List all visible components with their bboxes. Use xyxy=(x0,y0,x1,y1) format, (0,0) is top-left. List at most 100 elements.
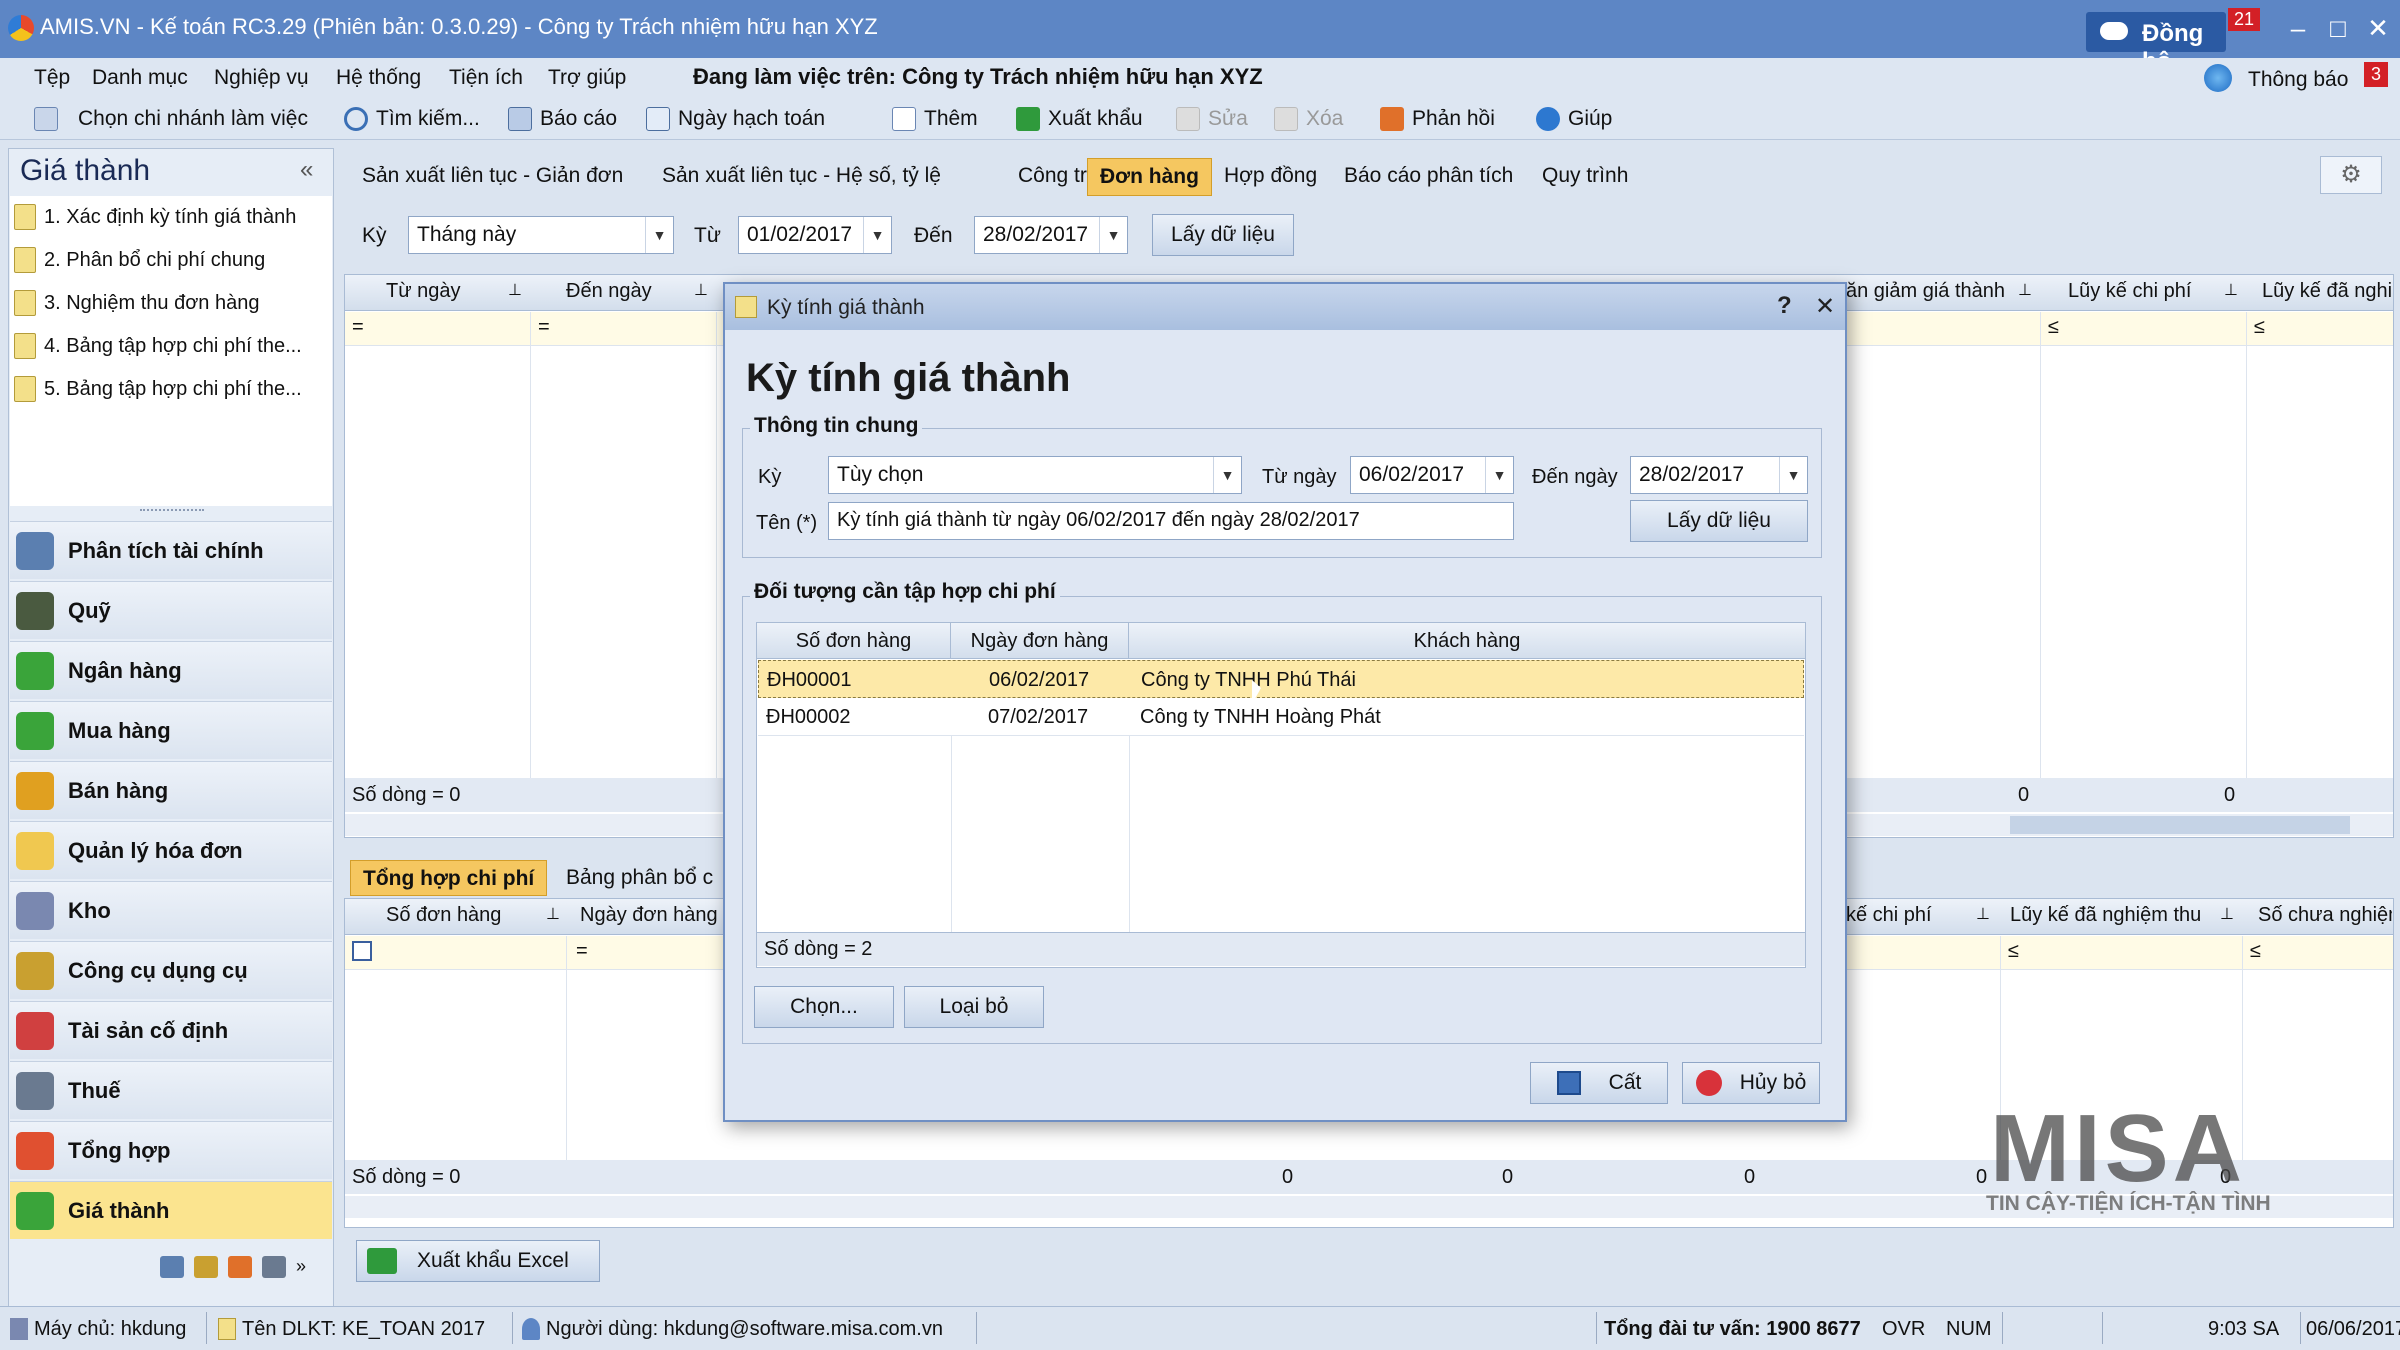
filter-op[interactable]: ≤ xyxy=(2048,316,2059,339)
pin-icon[interactable]: ⊥ xyxy=(1976,904,1990,924)
search-button[interactable]: Tìm kiếm... xyxy=(344,104,480,134)
collapse-panel-button[interactable]: « xyxy=(300,156,313,184)
feedback-button[interactable]: Phản hồi xyxy=(1380,104,1495,134)
col-customer[interactable]: Khách hàng xyxy=(1129,623,1805,658)
dialog-to-date-input[interactable]: 28/02/2017 ▼ xyxy=(1630,456,1808,494)
cancel-button[interactable]: Hủy bỏ xyxy=(1682,1062,1820,1104)
col-order-date[interactable]: Ngày đơn hàng xyxy=(951,623,1129,658)
pin-icon[interactable]: ⊥ xyxy=(546,904,560,924)
to-date-input[interactable]: 28/02/2017 ▼ xyxy=(974,216,1128,254)
task-item-3[interactable]: 3. Nghiệm thu đơn hàng xyxy=(14,283,332,323)
help-button[interactable]: Giúp xyxy=(1536,104,1612,134)
splitter-handle[interactable] xyxy=(140,509,204,513)
table-row[interactable]: ĐH00002 07/02/2017 Công ty TNHH Hoàng Ph… xyxy=(758,698,1804,736)
filter-op[interactable]: ≤ xyxy=(2008,940,2019,963)
col-cost-reduction[interactable]: ăn giảm giá thành xyxy=(1846,280,2005,303)
gear-icon[interactable]: ⚙ xyxy=(2320,156,2382,194)
filter-op[interactable]: = xyxy=(352,316,364,339)
scrollbar-thumb[interactable] xyxy=(2010,816,2350,834)
sync-button[interactable]: Đồng bộ xyxy=(2086,12,2226,75)
chevron-down-icon[interactable]: » xyxy=(296,1256,306,1282)
filter-op[interactable]: ≤ xyxy=(2250,940,2261,963)
module-tools[interactable]: Công cụ dụng cụ xyxy=(10,941,332,999)
maximize-button[interactable]: □ xyxy=(2318,8,2358,48)
task-item-1[interactable]: 1. Xác định kỳ tính giá thành xyxy=(14,197,332,237)
edit-button[interactable]: Sửa xyxy=(1176,104,1248,134)
task-item-5[interactable]: 5. Bảng tập hợp chi phí the... xyxy=(14,369,332,409)
module-warehouse[interactable]: Kho xyxy=(10,881,332,939)
tab-allocation[interactable]: Bảng phân bổ c xyxy=(566,866,726,890)
menu-system[interactable]: Hệ thống xyxy=(336,66,421,90)
delete-button[interactable]: Xóa xyxy=(1274,104,1343,134)
tools-icon[interactable] xyxy=(194,1256,218,1278)
settings-icon[interactable] xyxy=(262,1256,286,1278)
col-order-number[interactable]: Số đơn hàng xyxy=(386,904,501,927)
col-order-date[interactable]: Ngày đơn hàng xyxy=(580,904,718,927)
col-cumulative-accepted[interactable]: Lũy kế đã nghi xyxy=(2262,280,2392,303)
from-date-input[interactable]: 01/02/2017 ▼ xyxy=(738,216,892,254)
pin-icon[interactable]: ⊥ xyxy=(2018,280,2032,300)
tab-cost-summary[interactable]: Tổng hợp chi phí xyxy=(350,860,548,896)
dialog-fetch-data-button[interactable]: Lấy dữ liệu xyxy=(1630,500,1808,542)
report-button[interactable]: Báo cáo xyxy=(508,104,617,134)
pin-icon[interactable]: ⊥ xyxy=(508,280,522,300)
export-excel-button[interactable]: Xuất khẩu Excel xyxy=(356,1240,600,1282)
module-financial-analysis[interactable]: Phân tích tài chính xyxy=(10,521,332,579)
col-from-date[interactable]: Từ ngày xyxy=(386,280,461,303)
tab-contracts[interactable]: Hợp đồng xyxy=(1212,158,1329,196)
col-cumulative-cost[interactable]: kế chi phí xyxy=(1846,904,1932,927)
remove-button[interactable]: Loại bỏ xyxy=(904,986,1044,1028)
close-button[interactable]: ✕ xyxy=(2358,8,2398,48)
list-icon[interactable] xyxy=(160,1256,184,1278)
filter-op[interactable]: ≤ xyxy=(2254,316,2265,339)
people-icon[interactable] xyxy=(228,1256,252,1278)
tab-continuous-coefficient[interactable]: Sản xuất liên tục - Hệ số, tỷ lệ xyxy=(650,158,953,196)
pin-icon[interactable]: ⊥ xyxy=(694,280,708,300)
table-row[interactable]: ĐH00001 06/02/2017 Công ty TNHH Phú Thái xyxy=(758,660,1804,698)
menu-operations[interactable]: Nghiệp vụ xyxy=(214,66,309,90)
task-item-2[interactable]: 2. Phân bổ chi phí chung xyxy=(14,240,332,280)
module-cash[interactable]: Quỹ xyxy=(10,581,332,639)
dialog-period-select[interactable]: Tùy chọn ▼ xyxy=(828,456,1242,494)
col-cumulative-accepted[interactable]: Lũy kế đã nghiệm thu xyxy=(2010,904,2201,927)
menu-help[interactable]: Trợ giúp xyxy=(548,66,626,90)
col-to-date[interactable]: Đến ngày xyxy=(566,280,652,303)
col-order-number[interactable]: Số đơn hàng xyxy=(757,623,951,658)
dialog-from-date-input[interactable]: 06/02/2017 ▼ xyxy=(1350,456,1514,494)
dialog-close-button[interactable]: ✕ xyxy=(1815,292,1835,321)
dialog-name-input[interactable]: Kỳ tính giá thành từ ngày 06/02/2017 đến… xyxy=(828,502,1514,540)
dialog-help-button[interactable]: ? xyxy=(1777,292,1792,320)
module-tax[interactable]: Thuế xyxy=(10,1061,332,1119)
module-invoice[interactable]: Quản lý hóa đơn xyxy=(10,821,332,879)
add-button[interactable]: Thêm xyxy=(892,104,978,134)
posting-date-button[interactable]: Ngày hạch toán xyxy=(646,104,825,134)
task-item-4[interactable]: 4. Bảng tập hợp chi phí the... xyxy=(14,326,332,366)
tab-orders[interactable]: Đơn hàng xyxy=(1087,158,1212,196)
period-select[interactable]: Tháng này ▼ xyxy=(408,216,674,254)
filter-op[interactable]: = xyxy=(576,940,588,963)
notification-label[interactable]: Thông báo xyxy=(2248,68,2348,92)
tab-process[interactable]: Quy trình xyxy=(1530,158,1640,196)
col-not-accepted[interactable]: Số chưa nghiệm xyxy=(2258,904,2392,927)
pin-icon[interactable]: ⊥ xyxy=(2224,280,2238,300)
choose-branch-button[interactable]: Chọn chi nhánh làm việc xyxy=(34,104,308,134)
module-costing[interactable]: Giá thành xyxy=(10,1181,332,1239)
tab-continuous-simple[interactable]: Sản xuất liên tục - Giản đơn xyxy=(350,158,635,196)
export-button[interactable]: Xuất khẩu xyxy=(1016,104,1143,134)
module-general[interactable]: Tổng hợp xyxy=(10,1121,332,1179)
filter-op[interactable]: = xyxy=(538,316,550,339)
menu-utilities[interactable]: Tiện ích xyxy=(449,66,523,90)
menu-file[interactable]: Tệp xyxy=(34,66,70,90)
globe-icon[interactable] xyxy=(2204,64,2232,92)
menu-catalog[interactable]: Danh mục xyxy=(92,66,188,90)
fetch-data-button[interactable]: Lấy dữ liệu xyxy=(1152,214,1294,256)
module-bank[interactable]: Ngân hàng xyxy=(10,641,332,699)
module-fixed-assets[interactable]: Tài sản cố định xyxy=(10,1001,332,1059)
save-button[interactable]: Cất xyxy=(1530,1062,1668,1104)
module-purchase[interactable]: Mua hàng xyxy=(10,701,332,759)
choose-button[interactable]: Chọn... xyxy=(754,986,894,1028)
module-sales[interactable]: Bán hàng xyxy=(10,761,332,819)
col-cumulative-cost[interactable]: Lũy kế chi phí xyxy=(2068,280,2191,303)
minimize-button[interactable]: – xyxy=(2278,8,2318,48)
pin-icon[interactable]: ⊥ xyxy=(2220,904,2234,924)
